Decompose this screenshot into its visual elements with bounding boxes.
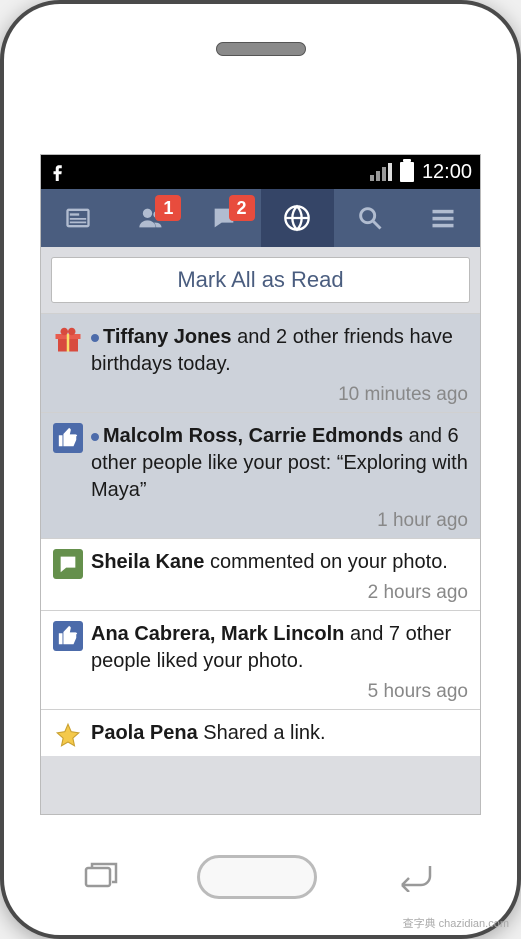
notification-body: Paola Pena Shared a link. (91, 720, 468, 750)
globe-icon (283, 204, 311, 232)
messages-badge: 2 (229, 195, 255, 221)
tab-messages[interactable]: 2 (187, 189, 260, 247)
search-icon (356, 204, 384, 232)
hardware-buttons (4, 847, 517, 907)
notification-time: 2 hours ago (91, 582, 468, 604)
tab-menu[interactable] (407, 189, 480, 247)
notification-time: 10 minutes ago (91, 384, 468, 406)
tab-notifications[interactable] (261, 189, 334, 247)
mark-all-read-button[interactable]: Mark All as Read (51, 257, 470, 303)
notification-text: Ana Cabrera, Mark Lincoln and 7 other pe… (91, 621, 468, 675)
notification-text: Paola Pena Shared a link. (91, 720, 468, 747)
status-right: 12:00 (370, 161, 472, 184)
gift-icon (53, 324, 83, 354)
tab-news-feed[interactable] (41, 189, 114, 247)
phone-frame: 12:00 1 2 (0, 0, 521, 939)
notification-item[interactable]: Malcolm Ross, Carrie Edmonds and 6 other… (41, 412, 480, 538)
notification-item[interactable]: Ana Cabrera, Mark Lincoln and 7 other pe… (41, 610, 480, 709)
battery-icon (400, 162, 414, 182)
notification-time: 1 hour ago (91, 510, 468, 532)
like-icon (53, 423, 83, 453)
news-feed-icon (64, 204, 92, 232)
notifications-list: Mark All as Read Tiffany Jones and 2 oth… (41, 247, 480, 814)
status-left (49, 163, 67, 181)
notification-item[interactable]: Paola Pena Shared a link. (41, 709, 480, 756)
notification-text: Tiffany Jones and 2 other friends have b… (91, 324, 468, 378)
phone-speaker (216, 42, 306, 56)
notification-time: 5 hours ago (91, 681, 468, 703)
notification-body: Ana Cabrera, Mark Lincoln and 7 other pe… (91, 621, 468, 703)
star-icon (53, 720, 83, 750)
home-button[interactable] (197, 855, 317, 899)
signal-icon (370, 163, 392, 181)
notification-text: Sheila Kane commented on your photo. (91, 549, 468, 576)
recent-apps-button[interactable] (81, 858, 123, 897)
clock-text: 12:00 (422, 161, 472, 184)
notification-body: Sheila Kane commented on your photo. 2 h… (91, 549, 468, 604)
notification-body: Tiffany Jones and 2 other friends have b… (91, 324, 468, 406)
facebook-icon (49, 163, 67, 181)
screen: 12:00 1 2 (40, 154, 481, 815)
watermark-text: 查字典 chazidian.com (403, 915, 509, 931)
like-icon (53, 621, 83, 651)
menu-icon (429, 204, 457, 232)
unread-dot-icon (91, 433, 99, 441)
mark-read-wrap: Mark All as Read (41, 247, 480, 313)
notification-text: Malcolm Ross, Carrie Edmonds and 6 other… (91, 423, 468, 504)
status-bar: 12:00 (41, 155, 480, 189)
comment-icon (53, 549, 83, 579)
notification-item[interactable]: Sheila Kane commented on your photo. 2 h… (41, 538, 480, 610)
tab-search[interactable] (334, 189, 407, 247)
app-nav-bar: 1 2 (41, 189, 480, 247)
unread-dot-icon (91, 334, 99, 342)
friends-badge: 1 (155, 195, 181, 221)
notification-body: Malcolm Ross, Carrie Edmonds and 6 other… (91, 423, 468, 532)
notification-item[interactable]: Tiffany Jones and 2 other friends have b… (41, 313, 480, 412)
back-button[interactable] (392, 858, 440, 897)
tab-friends[interactable]: 1 (114, 189, 187, 247)
